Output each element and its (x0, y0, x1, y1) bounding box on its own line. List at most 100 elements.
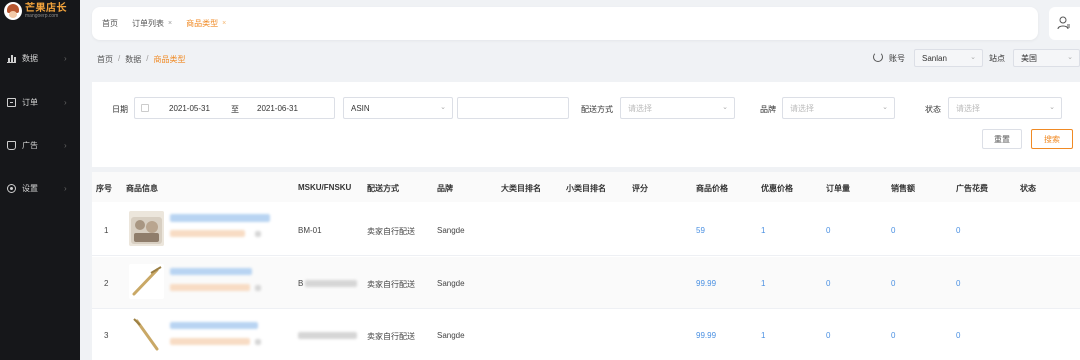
column-header-ad-cost: 广告花费 (956, 184, 988, 193)
column-header-rating: 评分 (632, 184, 648, 193)
date-range-separator: 至 (231, 105, 239, 114)
product-title-redacted[interactable] (170, 322, 258, 329)
row-price[interactable]: 59 (696, 226, 705, 235)
row-ad-cost[interactable]: 0 (956, 279, 960, 288)
asin-select-value: ASIN (351, 103, 370, 113)
product-thumbnail[interactable] (129, 211, 164, 246)
bar-chart-icon (7, 54, 16, 63)
row-ad-cost[interactable]: 0 (956, 226, 960, 235)
column-header-product-info: 商品信息 (126, 184, 158, 193)
search-button[interactable]: 搜索 (1031, 129, 1073, 149)
column-header-price: 商品价格 (696, 184, 728, 193)
status-select[interactable]: 请选择 ⌄ (948, 97, 1062, 119)
row-msku: B (298, 279, 304, 288)
app-logo[interactable]: 芒果店长 mangoerp.com (4, 2, 67, 20)
copy-icon[interactable] (255, 339, 261, 345)
copy-icon[interactable] (255, 231, 261, 237)
date-range-picker[interactable]: 2021-05-31 至 2021-06-31 (134, 97, 335, 119)
row-orders[interactable]: 0 (826, 331, 830, 340)
row-delivery: 卖家自行配送 (367, 332, 415, 341)
row-orders[interactable]: 0 (826, 279, 830, 288)
row-delivery: 卖家自行配送 (367, 227, 415, 236)
sidebar-item-label: 广告 (22, 140, 38, 150)
product-thumbnail[interactable] (129, 317, 164, 352)
ad-icon (7, 140, 16, 150)
product-image-icon (129, 211, 164, 246)
sidebar-item-label: 订单 (22, 97, 38, 107)
asin-select[interactable]: ASIN ⌄ (343, 97, 453, 119)
site-select-value: 美国 (1021, 53, 1037, 63)
row-discount-price[interactable]: 1 (761, 331, 765, 340)
column-header-sales: 销售额 (891, 184, 915, 193)
refresh-icon[interactable] (873, 52, 883, 62)
tab-label: 商品类型 (186, 19, 219, 28)
user-icon (1057, 16, 1070, 30)
row-brand: Sangde (437, 279, 465, 288)
row-sales[interactable]: 0 (891, 331, 895, 340)
breadcrumb-home[interactable]: 首页 (97, 54, 113, 65)
row-sales[interactable]: 0 (891, 279, 895, 288)
product-title-redacted[interactable] (170, 268, 252, 275)
product-image-icon (133, 318, 159, 351)
row-index: 3 (104, 331, 109, 340)
brand-select-placeholder: 请选择 (790, 103, 814, 113)
row-sales[interactable]: 0 (891, 226, 895, 235)
table-row[interactable] (92, 257, 1080, 309)
chevron-down-icon: ⌄ (722, 104, 728, 111)
sidebar-item-settings[interactable]: 设置 › (0, 178, 80, 198)
delivery-select[interactable]: 请选择 ⌄ (620, 97, 735, 119)
tab-product-type[interactable]: 商品类型 × (186, 18, 226, 29)
row-price[interactable]: 99.99 (696, 331, 716, 340)
copy-icon[interactable] (255, 285, 261, 291)
brand-select[interactable]: 请选择 ⌄ (782, 97, 895, 119)
site-label: 站点 (989, 53, 1005, 63)
breadcrumb-data[interactable]: 数据 (125, 54, 141, 65)
site-select[interactable]: 美国 ⌄ (1013, 49, 1080, 67)
reset-button[interactable]: 重置 (982, 129, 1022, 149)
column-header-msku: MSKU/FNSKU (298, 183, 352, 192)
column-header-discount-price: 优惠价格 (761, 184, 793, 193)
tab-order-list[interactable]: 订单列表 × (132, 18, 172, 29)
msku-redacted (305, 280, 357, 287)
sidebar-item-label: 设置 (22, 183, 38, 193)
logo-title: 芒果店长 (25, 2, 67, 14)
breadcrumb-separator: / (118, 54, 121, 63)
row-orders[interactable]: 0 (826, 226, 830, 235)
top-tab-bar: 首页 订单列表 × 商品类型 × (92, 7, 1038, 40)
asin-search-input[interactable] (457, 97, 569, 119)
row-brand: Sangde (437, 331, 465, 340)
account-select[interactable]: Sanlan ⌄ (914, 49, 983, 67)
date-label: 日期 (112, 105, 128, 114)
row-discount-price[interactable]: 1 (761, 226, 765, 235)
product-asin-redacted (170, 338, 250, 345)
tab-label: 首页 (102, 19, 118, 28)
column-header-minor-rank: 小类目排名 (566, 184, 606, 193)
chevron-down-icon: ⌄ (1049, 104, 1055, 111)
sidebar-item-data[interactable]: 数据 › (0, 48, 80, 68)
chevron-right-icon: › (64, 140, 67, 150)
mascot-logo-icon (4, 2, 22, 20)
product-thumbnail[interactable] (129, 264, 164, 299)
user-profile-button[interactable] (1049, 7, 1080, 40)
product-title-redacted[interactable] (170, 214, 270, 222)
date-end: 2021-06-31 (257, 104, 298, 113)
tab-home[interactable]: 首页 (102, 18, 118, 29)
sidebar-item-ads[interactable]: 广告 › (0, 135, 80, 155)
brand-label: 品牌 (760, 105, 776, 114)
sidebar-item-orders[interactable]: 订单 › (0, 92, 80, 112)
column-header-status: 状态 (1020, 184, 1036, 193)
close-icon[interactable]: × (222, 20, 226, 27)
table-row[interactable] (92, 310, 1080, 360)
row-discount-price[interactable]: 1 (761, 279, 765, 288)
product-image-icon (132, 266, 162, 296)
row-index: 2 (104, 279, 109, 288)
account-select-value: Sanlan (922, 53, 947, 63)
chevron-right-icon: › (64, 53, 67, 63)
status-label: 状态 (925, 105, 941, 114)
row-price[interactable]: 99.99 (696, 279, 716, 288)
close-icon[interactable]: × (168, 20, 172, 27)
delivery-label: 配送方式 (581, 105, 613, 114)
row-ad-cost[interactable]: 0 (956, 331, 960, 340)
order-icon (7, 97, 16, 107)
breadcrumb-current: 商品类型 (153, 55, 186, 64)
